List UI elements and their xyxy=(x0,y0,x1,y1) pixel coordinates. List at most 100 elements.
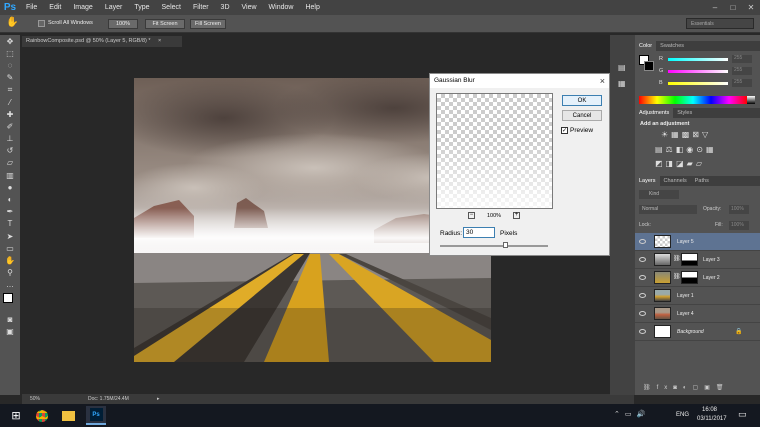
tab-styles[interactable]: Styles xyxy=(673,108,696,118)
cancel-button[interactable]: Cancel xyxy=(562,110,602,121)
path-select-icon[interactable]: ➤ xyxy=(0,230,20,242)
minimize-icon[interactable]: – xyxy=(706,0,724,15)
channel-r-slider[interactable] xyxy=(668,58,728,61)
shape-tool-icon[interactable]: ▭ xyxy=(0,242,20,254)
tab-channels[interactable]: Channels xyxy=(660,176,691,186)
channel-g-slider[interactable] xyxy=(668,70,728,73)
layer-row[interactable]: ⛓ Layer 2 xyxy=(635,269,760,287)
radius-input[interactable] xyxy=(463,227,495,238)
status-arrow-icon[interactable]: ▸ xyxy=(157,394,160,404)
lasso-tool-icon[interactable]: ◌ xyxy=(0,59,20,71)
blur-preview[interactable] xyxy=(436,93,553,209)
close-tab-icon[interactable]: × xyxy=(158,38,161,44)
menu-type[interactable]: Type xyxy=(128,0,155,15)
blur-tool-icon[interactable]: ● xyxy=(0,181,20,193)
tab-swatches[interactable]: Swatches xyxy=(656,41,688,51)
tab-paths[interactable]: Paths xyxy=(691,176,713,186)
photoshop-taskbar-icon[interactable]: Ps xyxy=(86,406,106,425)
eraser-tool-icon[interactable]: ▱ xyxy=(0,157,20,169)
hand-tool-icon[interactable]: ✋ xyxy=(6,17,18,28)
layer-actions-bar[interactable]: ⛓fx◙◐▢▣🗑 xyxy=(643,384,730,391)
zoom-in-icon[interactable]: + xyxy=(513,212,520,219)
dialog-titlebar[interactable]: Gaussian Blur × xyxy=(430,74,609,88)
maximize-icon[interactable]: □ xyxy=(724,0,742,15)
chrome-icon[interactable] xyxy=(32,406,52,425)
eye-icon[interactable] xyxy=(639,293,646,298)
healing-tool-icon[interactable]: ✚ xyxy=(0,108,20,120)
quick-mask-icon[interactable]: ◙ xyxy=(0,313,20,325)
zoom-level[interactable]: 50% xyxy=(30,394,40,404)
fill-value[interactable]: 100% xyxy=(729,221,749,230)
windows-start-icon[interactable]: ⊞ xyxy=(6,406,26,425)
layer-row[interactable]: Background 🔒 xyxy=(635,323,760,341)
marquee-tool-icon[interactable]: ⬚ xyxy=(0,47,20,59)
eye-icon[interactable] xyxy=(639,239,646,244)
color-spectrum-bar[interactable] xyxy=(639,96,747,104)
opacity-value[interactable]: 100% xyxy=(729,205,749,214)
crop-tool-icon[interactable]: ⌗ xyxy=(0,84,20,96)
gradient-tool-icon[interactable]: ▥ xyxy=(0,169,20,181)
blend-mode-select[interactable]: Normal xyxy=(639,205,697,214)
pen-tool-icon[interactable]: ✒ xyxy=(0,206,20,218)
ok-button[interactable]: OK xyxy=(562,95,602,106)
stamp-tool-icon[interactable]: ⊥ xyxy=(0,133,20,145)
system-tray-icons[interactable]: ⌃▭🔊 xyxy=(614,410,650,418)
menu-layer[interactable]: Layer xyxy=(99,0,129,15)
fill-screen-button[interactable]: Fill Screen xyxy=(190,19,226,29)
adjustment-icons-row-2[interactable]: ▤⚖◧◉⊙▦ xyxy=(655,145,717,154)
tab-color[interactable]: Color xyxy=(635,41,657,51)
adjustment-icons-row-1[interactable]: ☀▦▩⊠▽ xyxy=(661,130,711,139)
clock-time[interactable]: 16:08 xyxy=(702,407,717,413)
file-explorer-icon[interactable] xyxy=(58,406,78,425)
eye-icon[interactable] xyxy=(639,311,646,316)
dodge-tool-icon[interactable]: ◐ xyxy=(0,193,20,205)
quick-select-tool-icon[interactable]: ✎ xyxy=(0,72,20,84)
layer-filter-kind[interactable]: Kind xyxy=(639,190,679,199)
menu-window[interactable]: Window xyxy=(263,0,300,15)
preview-checkbox[interactable]: ✓ xyxy=(561,127,568,134)
zoom-100-button[interactable]: 100% xyxy=(108,19,138,29)
menu-3d[interactable]: 3D xyxy=(215,0,236,15)
radius-slider-track[interactable] xyxy=(440,245,548,247)
dialog-close-icon[interactable]: × xyxy=(600,74,605,88)
history-brush-icon[interactable]: ↺ xyxy=(0,145,20,157)
adjustment-icons-row-3[interactable]: ◩◨◪▰▱ xyxy=(655,159,705,168)
foreground-color-swatch[interactable] xyxy=(3,292,13,303)
layer-row[interactable]: ⛓ Layer 3 xyxy=(635,251,760,269)
type-tool-icon[interactable]: T xyxy=(0,218,20,230)
channel-b-value[interactable]: 255 xyxy=(732,79,752,87)
eye-icon[interactable] xyxy=(639,257,646,262)
close-icon[interactable]: ✕ xyxy=(742,0,760,15)
brush-tool-icon[interactable]: ✐ xyxy=(0,120,20,132)
layer-row[interactable]: Layer 5 xyxy=(635,233,760,251)
menu-filter[interactable]: Filter xyxy=(187,0,215,15)
zoom-out-icon[interactable]: − xyxy=(468,212,475,219)
notifications-icon[interactable]: ▭ xyxy=(738,409,747,420)
layer-mask-thumbnail[interactable] xyxy=(681,271,698,284)
move-tool-icon[interactable]: ✥ xyxy=(0,35,20,47)
channel-b-slider[interactable] xyxy=(668,82,728,85)
fit-screen-button[interactable]: Fit Screen xyxy=(145,19,185,29)
screen-mode-icon[interactable]: ▣ xyxy=(0,325,20,337)
eyedropper-tool-icon[interactable]: ⁄ xyxy=(0,96,20,108)
workspace-select[interactable]: Essentials xyxy=(686,18,754,29)
scroll-all-windows-checkbox[interactable] xyxy=(38,20,45,27)
eye-icon[interactable] xyxy=(639,329,646,334)
menu-help[interactable]: Help xyxy=(299,0,325,15)
menu-edit[interactable]: Edit xyxy=(43,0,67,15)
menu-image[interactable]: Image xyxy=(67,0,98,15)
channel-g-value[interactable]: 255 xyxy=(732,67,752,75)
grayscale-ramp[interactable] xyxy=(747,96,755,104)
tab-layers[interactable]: Layers xyxy=(635,176,660,186)
more-tools-icon[interactable]: … xyxy=(0,279,20,291)
eye-icon[interactable] xyxy=(639,275,646,280)
properties-panel-icon[interactable]: ▦ xyxy=(618,79,626,88)
tab-adjustments[interactable]: Adjustments xyxy=(635,108,674,118)
layer-row[interactable]: Layer 4 xyxy=(635,305,760,323)
menu-select[interactable]: Select xyxy=(156,0,187,15)
clock-date[interactable]: 03/11/2017 xyxy=(697,416,727,422)
color-bg-swatch[interactable] xyxy=(644,61,654,71)
zoom-tool-icon[interactable]: ⚲ xyxy=(0,267,20,279)
hand-tool-icon[interactable]: ✋ xyxy=(0,254,20,266)
layer-mask-thumbnail[interactable] xyxy=(681,253,698,266)
